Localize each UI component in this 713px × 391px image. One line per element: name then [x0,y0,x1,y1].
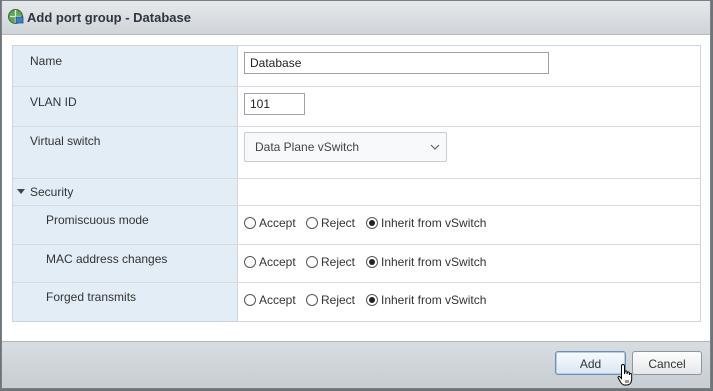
radio-circle[interactable] [366,217,378,229]
name-input[interactable] [244,52,549,74]
cancel-button[interactable]: Cancel [632,351,702,375]
virtual-switch-label: Virtual switch [30,134,101,148]
mac-address-changes-label: MAC address changes [46,252,168,266]
radio-circle[interactable] [244,217,256,229]
radio-label: Reject [321,255,356,269]
radio-circle[interactable] [306,256,318,268]
form-panel: Name VLAN ID Virtual switch Data Plane v… [12,45,701,322]
radio-label: Reject [321,216,356,230]
hand-pointer-icon [617,363,633,386]
radio-label: Accept [259,216,296,230]
virtual-switch-row: Virtual switch Data Plane vSwitch [13,127,700,179]
promiscuous-mode-label: Promiscuous mode [46,213,149,227]
radio-circle[interactable] [306,217,318,229]
radio-label: Inherit from vSwitch [381,255,487,269]
radio-label: Accept [259,293,296,307]
radio-circle[interactable] [306,294,318,306]
add-button[interactable]: Add [555,351,626,375]
name-label: Name [30,54,63,68]
vlan-id-input[interactable] [244,93,305,115]
caret-down-icon [17,189,25,194]
promiscuous-mode-row: Promiscuous mode Accept Reject Inherit f… [13,206,700,245]
add-port-group-dialog: Add port group - Database Name VLAN ID V… [1,0,711,389]
dialog-footer: Add Cancel [2,341,710,388]
radio-label: Inherit from vSwitch [381,216,487,230]
radio-label: Reject [321,293,356,307]
vlan-id-label: VLAN ID [30,95,77,109]
mac-address-changes-row: MAC address changes Accept Reject Inheri… [13,245,700,283]
name-row: Name [13,46,700,87]
radio-circle[interactable] [366,294,378,306]
dialog-title: Add port group - Database [27,10,191,25]
security-label: Security [30,185,74,199]
security-section-header[interactable]: Security [13,179,700,206]
virtual-switch-value: Data Plane vSwitch [255,140,360,154]
dialog-titlebar[interactable]: Add port group - Database [2,1,710,35]
radio-circle[interactable] [366,256,378,268]
radio-circle[interactable] [244,294,256,306]
radio-label: Inherit from vSwitch [381,293,487,307]
radio-circle[interactable] [244,256,256,268]
chevron-down-icon [430,144,440,150]
port-group-icon [8,9,24,24]
forged-transmits-label: Forged transmits [46,290,137,304]
virtual-switch-select[interactable]: Data Plane vSwitch [244,132,447,162]
forged-transmits-row: Forged transmits Accept Reject Inherit f… [13,283,700,321]
radio-label: Accept [259,255,296,269]
vlan-id-row: VLAN ID [13,87,700,127]
